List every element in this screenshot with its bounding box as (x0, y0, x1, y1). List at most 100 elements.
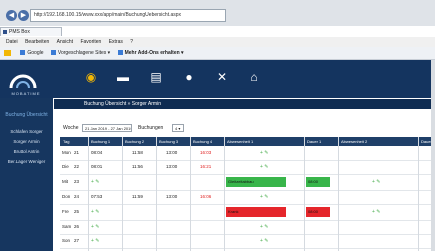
cell-day: Fre (62, 209, 69, 214)
add-booking-button[interactable]: + ✎ (91, 174, 100, 190)
cell-b4[interactable]: 16:03 (200, 146, 211, 160)
menu-datei[interactable]: Datei (6, 39, 18, 45)
scrollbar[interactable] (431, 60, 435, 251)
sidebar-item-1[interactable]: Schlafen Sorger (0, 128, 53, 136)
buchungen-label: Buchungen (138, 125, 164, 131)
page-title-bar: Buchung Übersicht » Sorger Armin (54, 99, 435, 109)
cell-b4[interactable]: 16:06 (200, 190, 211, 204)
column-divider (224, 137, 225, 251)
column-divider (88, 137, 89, 251)
table-row: Fre 25 + ✎ Krank 08:00 + ✎ (60, 204, 435, 221)
add-absence-button[interactable]: + ✎ (260, 190, 269, 204)
absence-gleitzeitabbau[interactable]: Gleitzeitabbau (226, 177, 286, 187)
col-tag: Tag (63, 139, 70, 144)
sidebar-item-2[interactable]: Sorger Armin (0, 138, 53, 146)
cell-b1[interactable]: 08:01 (91, 160, 102, 174)
col-buchung-1: Buchung 1 (91, 139, 111, 144)
menu-ansicht[interactable]: Ansicht (57, 39, 73, 45)
menu-bar: Datei Bearbeiten Ansicht Favoriten Extra… (0, 37, 435, 47)
cell-b4[interactable]: 16:21 (200, 160, 211, 174)
add-absence-button[interactable]: + ✎ (260, 146, 269, 160)
column-divider (190, 137, 191, 251)
add-booking-button[interactable]: + ✎ (91, 204, 100, 220)
cell-day: Mit (62, 179, 68, 184)
column-divider (338, 137, 339, 251)
add-absence-button[interactable]: + ✎ (372, 204, 381, 220)
column-divider (418, 137, 419, 251)
absence-krank[interactable]: Krank (226, 207, 286, 217)
cell-b1[interactable]: 07:53 (91, 190, 102, 204)
column-divider (304, 137, 305, 251)
add-booking-button[interactable]: + ✎ (91, 234, 100, 248)
table-row: Son 27 + ✎ + ✎ (60, 234, 435, 249)
sidebar-heading[interactable]: Buchung Übersicht (0, 112, 53, 118)
sidebar-item-3[interactable]: Bruttol Antrin (0, 148, 53, 156)
favorites-star-icon[interactable] (4, 49, 11, 56)
tools-icon[interactable]: ✕ (215, 70, 229, 84)
week-select[interactable]: 21 Jan 2019 - 27 Jan 2019 ▾ (82, 124, 132, 132)
cell-date: 24 (74, 194, 80, 199)
browser-tab[interactable]: PMS Box (0, 27, 62, 36)
address-bar[interactable]: http://192.168.100.15/www.xxx/app/main/B… (30, 9, 226, 22)
table-row: Mit 23 + ✎ Gleitzeitabbau 08:00 + ✎ (60, 174, 435, 191)
cell-day: Don (62, 194, 71, 199)
menu-favoriten[interactable]: Favoriten (80, 39, 101, 45)
clock-icon[interactable]: ◉ (84, 70, 98, 84)
col-abwesenheit-2: Abwesenheit 2 (341, 139, 368, 144)
cell-b2[interactable]: 11:56 (132, 160, 143, 174)
cell-date: 25 (74, 209, 80, 214)
cell-day: Mon (62, 150, 71, 155)
back-icon[interactable]: ◀ (6, 10, 17, 21)
add-absence-button[interactable]: + ✎ (372, 174, 381, 190)
menu-bearbeiten[interactable]: Bearbeiten (25, 39, 49, 45)
table-row: Don 24 07:53 11:59 13:00 16:06 + ✎ (60, 190, 435, 205)
week-label: Woche (63, 125, 79, 131)
logo-text: MOBATIME (11, 91, 41, 96)
table-header: Tag Buchung 1 Buchung 2 Buchung 3 Buchun… (60, 137, 435, 146)
addons-icon (117, 50, 123, 56)
table-row: Mon 21 08:04 11:58 13:00 16:03 + ✎ (60, 146, 435, 161)
buchungen-select[interactable]: 4 ▾ (172, 124, 184, 132)
cell-b1[interactable]: 08:04 (91, 146, 102, 160)
col-buchung-2: Buchung 2 (125, 139, 145, 144)
add-absence-button[interactable]: + ✎ (260, 234, 269, 248)
cell-b3[interactable]: 13:00 (166, 190, 177, 204)
fav-google[interactable]: Google (27, 50, 43, 56)
fav-sites[interactable]: Vorgeschlagene Sites ▾ (58, 50, 110, 56)
forward-icon[interactable]: ▶ (18, 10, 29, 21)
cell-b2[interactable]: 11:58 (132, 146, 143, 160)
menu-help[interactable]: ? (130, 39, 133, 45)
fav-addons[interactable]: Mehr Add-Ons erhalten ▾ (125, 50, 184, 56)
col-abwesenheit-1: Abwesenheit 1 (227, 139, 254, 144)
cell-b3[interactable]: 13:00 (166, 160, 177, 174)
add-absence-button[interactable]: + ✎ (260, 220, 269, 234)
tab-title: PMS Box (9, 29, 30, 35)
col-buchung-3: Buchung 3 (159, 139, 179, 144)
google-icon (20, 50, 26, 56)
document-icon[interactable]: ▤ (149, 70, 163, 84)
cell-b2[interactable]: 11:59 (132, 190, 143, 204)
add-booking-button[interactable]: + ✎ (91, 220, 100, 234)
add-absence-button[interactable]: + ✎ (260, 160, 269, 174)
home-icon[interactable]: ⌂ (247, 70, 261, 84)
folder-icon[interactable]: ▬ (116, 70, 130, 84)
favorites-bar: Google Vorgeschlagene Sites ▾ Mehr Add-O… (0, 47, 435, 60)
col-buchung-4: Buchung 4 (193, 139, 213, 144)
sidebar-item-4[interactable]: Ber.Lager Weniger (0, 158, 53, 166)
column-divider (156, 137, 157, 251)
cell-date: 21 (74, 150, 80, 155)
sites-icon (50, 50, 56, 56)
cell-date: 26 (74, 224, 80, 229)
page-icon (3, 30, 7, 34)
cell-b3[interactable]: 13:00 (166, 146, 177, 160)
circle-icon[interactable]: ● (182, 70, 196, 84)
screen: { "browser": { "address": "http://192.16… (0, 0, 435, 251)
absence-duration[interactable]: 08:00 (306, 177, 330, 187)
cell-date: 22 (74, 164, 80, 169)
sidebar (0, 98, 53, 251)
cell-date: 27 (74, 238, 80, 243)
absence-duration[interactable]: 08:00 (306, 207, 330, 217)
menu-extras[interactable]: Extras (109, 39, 123, 45)
table-row: Sam 26 + ✎ + ✎ (60, 220, 435, 235)
cell-day: Sam (62, 224, 72, 229)
